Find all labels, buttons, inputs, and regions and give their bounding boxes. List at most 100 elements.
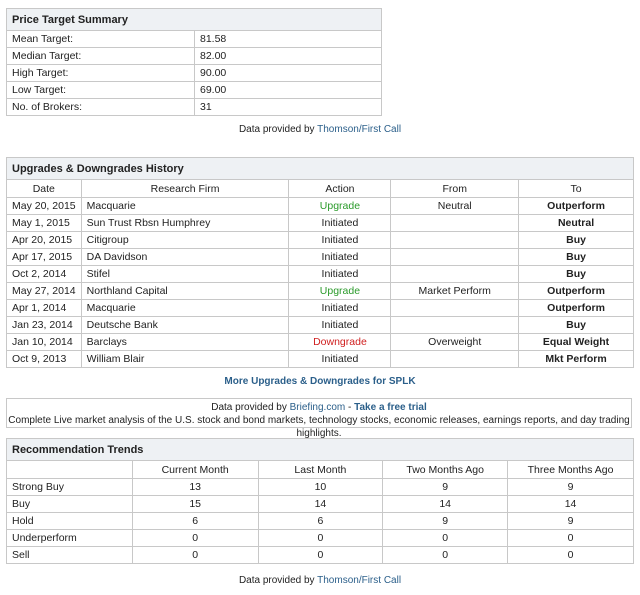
- from-cell: Market Perform: [390, 282, 520, 300]
- action-cell: Initiated: [288, 248, 392, 266]
- count-cell: 9: [382, 478, 509, 496]
- count-cell: 0: [257, 546, 384, 564]
- action-cell: Upgrade: [288, 282, 392, 300]
- date-cell: Apr 20, 2015: [6, 231, 82, 249]
- from-cell: Overweight: [390, 333, 520, 351]
- table-row: Oct 9, 2013 William Blair Initiated Mkt Per…: [6, 350, 634, 368]
- firm-cell: Macquarie: [80, 197, 290, 215]
- trends-title: Recommendation Trends: [6, 438, 634, 461]
- count-cell: 0: [257, 529, 384, 547]
- rating-cell: Strong Buy: [6, 478, 133, 496]
- briefing-prefix: Data provided by: [211, 402, 290, 413]
- count-cell: 0: [507, 529, 634, 547]
- row-value: 69.00: [194, 81, 382, 99]
- count-cell: 0: [131, 546, 259, 564]
- date-cell: May 20, 2015: [6, 197, 82, 215]
- action-cell: Downgrade: [288, 333, 392, 351]
- column-header: Date: [6, 179, 82, 198]
- to-cell: Outperform: [518, 197, 634, 215]
- rating-cell: Buy: [6, 495, 133, 513]
- count-cell: 9: [507, 478, 634, 496]
- count-cell: 0: [382, 546, 509, 564]
- from-cell: [390, 350, 520, 368]
- table-row: Sell 0 0 0 0: [6, 546, 634, 564]
- count-cell: 14: [382, 495, 509, 513]
- count-cell: 6: [131, 512, 259, 530]
- column-header: Last Month: [257, 460, 384, 479]
- to-cell: Equal Weight: [518, 333, 634, 351]
- date-cell: Jan 23, 2014: [6, 316, 82, 334]
- briefing-link[interactable]: Briefing.com: [290, 402, 346, 413]
- count-cell: 14: [257, 495, 384, 513]
- date-cell: May 27, 2014: [6, 282, 82, 300]
- table-row: High Target: 90.00: [6, 64, 382, 82]
- to-cell: Buy: [518, 265, 634, 283]
- date-cell: Apr 17, 2015: [6, 248, 82, 266]
- row-label: Mean Target:: [6, 30, 195, 48]
- free-trial-link[interactable]: Take a free trial: [354, 402, 427, 413]
- table-row: No. of Brokers: 31: [6, 98, 382, 116]
- to-cell: Buy: [518, 248, 634, 266]
- row-label: High Target:: [6, 64, 195, 82]
- table-row: May 20, 2015 Macquarie Upgrade Neutral Outpe…: [6, 197, 634, 215]
- from-cell: [390, 316, 520, 334]
- more-upgrades-link[interactable]: More Upgrades & Downgrades for SPLK: [224, 376, 415, 387]
- to-cell: Outperform: [518, 282, 634, 300]
- to-cell: Buy: [518, 316, 634, 334]
- column-header: To: [518, 179, 634, 198]
- row-label: Median Target:: [6, 47, 195, 65]
- action-cell: Initiated: [288, 231, 392, 249]
- date-cell: Apr 1, 2014: [6, 299, 82, 317]
- price-target-table: Price Target Summary Mean Target: 81.58 Me…: [6, 8, 382, 116]
- column-header: Research Firm: [80, 179, 290, 198]
- from-cell: Neutral: [390, 197, 520, 215]
- rating-cell: Sell: [6, 546, 133, 564]
- row-value: 82.00: [194, 47, 382, 65]
- action-cell: Upgrade: [288, 197, 392, 215]
- firm-cell: Deutsche Bank: [80, 316, 290, 334]
- row-label: No. of Brokers:: [6, 98, 195, 116]
- from-cell: [390, 265, 520, 283]
- count-cell: 9: [382, 512, 509, 530]
- count-cell: 0: [131, 529, 259, 547]
- count-cell: 9: [507, 512, 634, 530]
- firm-cell: Sun Trust Rbsn Humphrey: [80, 214, 290, 232]
- table-row: Jan 10, 2014 Barclays Downgrade Overweight E…: [6, 333, 634, 351]
- upgrades-title: Upgrades & Downgrades History: [6, 157, 634, 180]
- rating-cell: Hold: [6, 512, 133, 530]
- from-cell: [390, 214, 520, 232]
- from-cell: [390, 231, 520, 249]
- table-row: Oct 2, 2014 Stifel Initiated Buy: [6, 265, 634, 283]
- thomson-link[interactable]: Thomson/First Call: [317, 124, 401, 135]
- firm-cell: Barclays: [80, 333, 290, 351]
- briefing-description: Complete Live market analysis of the U.S…: [8, 415, 630, 439]
- to-cell: Neutral: [518, 214, 634, 232]
- firm-cell: Northland Capital: [80, 282, 290, 300]
- table-row: Low Target: 69.00: [6, 81, 382, 99]
- firm-cell: William Blair: [80, 350, 290, 368]
- row-value: 31: [194, 98, 382, 116]
- thomson-link[interactable]: Thomson/First Call: [317, 575, 401, 586]
- table-row: Hold 6 6 9 9: [6, 512, 634, 530]
- action-cell: Initiated: [288, 265, 392, 283]
- from-cell: [390, 248, 520, 266]
- firm-cell: DA Davidson: [80, 248, 290, 266]
- date-cell: Oct 2, 2014: [6, 265, 82, 283]
- to-cell: Buy: [518, 231, 634, 249]
- date-cell: May 1, 2015: [6, 214, 82, 232]
- column-header: Two Months Ago: [382, 460, 509, 479]
- row-value: 90.00: [194, 64, 382, 82]
- table-row: Strong Buy 13 10 9 9: [6, 478, 634, 496]
- source-label: Data provided by: [238, 575, 318, 586]
- upgrades-table: Upgrades & Downgrades History Date Resear…: [6, 157, 634, 368]
- briefing-box: Data provided by Briefing.com - Take a f…: [6, 398, 632, 439]
- column-header: Three Months Ago: [507, 460, 634, 479]
- column-header: Current Month: [131, 460, 259, 479]
- count-cell: 14: [507, 495, 634, 513]
- price-target-source: Data provided by Thomson/First Call: [0, 124, 640, 135]
- trends-source: Data provided by Thomson/First Call: [0, 575, 640, 586]
- row-label: Low Target:: [6, 81, 195, 99]
- column-header: From: [390, 179, 520, 198]
- firm-cell: Macquarie: [80, 299, 290, 317]
- table-row: Apr 17, 2015 DA Davidson Initiated Buy: [6, 248, 634, 266]
